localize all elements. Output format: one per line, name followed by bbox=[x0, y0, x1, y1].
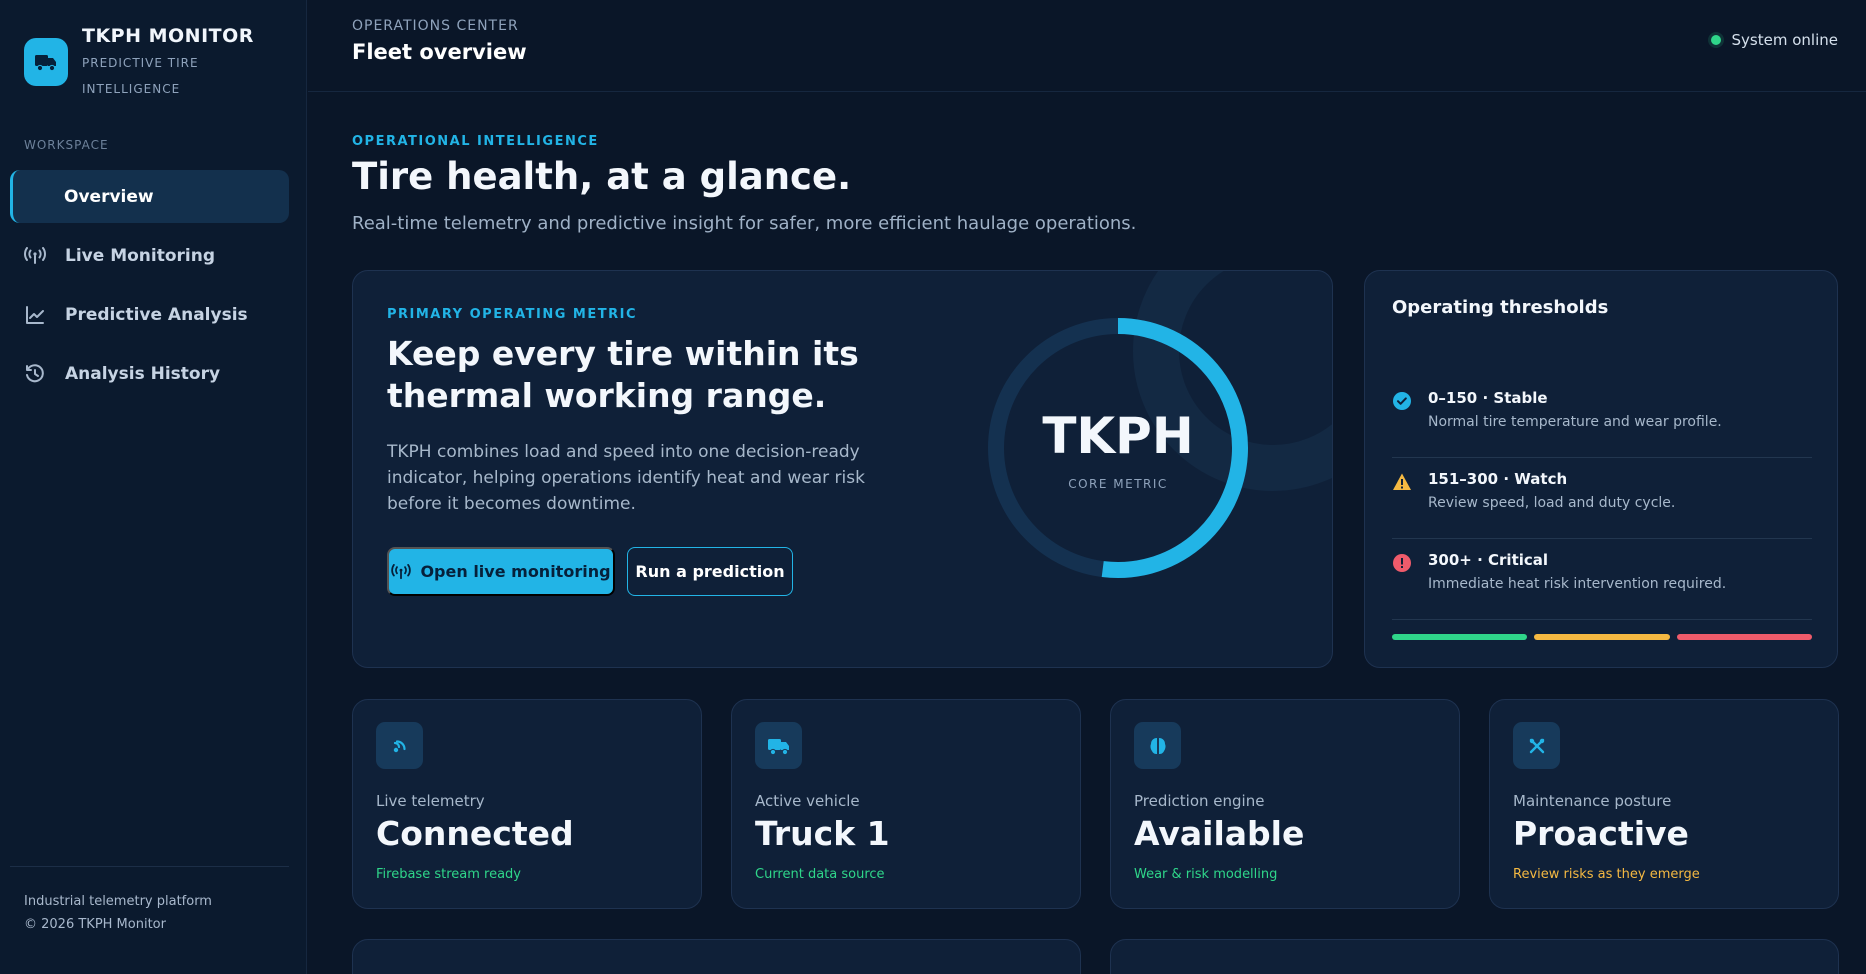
page-title: Fleet overview bbox=[352, 40, 527, 64]
stat-label: Prediction engine bbox=[1134, 792, 1265, 810]
sidebar-item-label: Predictive Analysis bbox=[65, 304, 248, 325]
metric-title: Keep every tire within its thermal worki… bbox=[387, 334, 859, 415]
button-label: Open live monitoring bbox=[420, 562, 611, 581]
sidebar-item-label: Live Monitoring bbox=[65, 245, 216, 266]
stat-value: Connected bbox=[376, 814, 574, 853]
stat-label: Maintenance posture bbox=[1513, 792, 1672, 810]
history-icon bbox=[24, 363, 46, 385]
brand[interactable]: TKPH MONITOR PREDICTIVE TIRE INTELLIGENC… bbox=[24, 22, 254, 102]
bottom-card-right bbox=[1110, 939, 1839, 974]
broadcast-icon bbox=[391, 563, 412, 580]
stat-note: Firebase stream ready bbox=[376, 867, 521, 882]
threshold-description: Normal tire temperature and wear profile… bbox=[1428, 414, 1722, 430]
stat-value: Available bbox=[1134, 814, 1305, 853]
stat-card-active-vehicle: Active vehicle Truck 1 Current data sour… bbox=[731, 699, 1081, 909]
alert-circle-icon bbox=[1392, 553, 1412, 573]
chart-line-icon bbox=[24, 304, 46, 326]
top-header: OPERATIONS CENTER Fleet overview System … bbox=[308, 0, 1866, 92]
threshold-name: 0–150 · Stable bbox=[1428, 389, 1548, 407]
metric-description: TKPH combines load and speed into one de… bbox=[387, 442, 865, 514]
threshold-name: 151–300 · Watch bbox=[1428, 470, 1568, 488]
threshold-item-watch: 151–300 · Watch Review speed, load and d… bbox=[1392, 458, 1812, 539]
workspace-label: WORKSPACE bbox=[24, 138, 109, 152]
gauge-sublabel: CORE METRIC bbox=[1068, 477, 1168, 491]
stat-card-live-telemetry: Live telemetry Connected Firebase stream… bbox=[352, 699, 702, 909]
system-status: System online bbox=[1710, 31, 1838, 49]
threshold-name: 300+ · Critical bbox=[1428, 551, 1549, 569]
button-label: Run a prediction bbox=[635, 562, 785, 581]
sidebar-nav: Overview Live Monitoring Predictive Anal… bbox=[10, 170, 289, 406]
bottom-card-left bbox=[352, 939, 1081, 974]
critical-bar bbox=[1676, 634, 1812, 640]
sidebar-item-label: Overview bbox=[64, 186, 154, 207]
primary-metric-card: PRIMARY OPERATING METRIC Keep every tire… bbox=[352, 270, 1333, 668]
stat-note: Wear & risk modelling bbox=[1134, 867, 1278, 882]
brain-icon bbox=[1134, 722, 1181, 769]
stat-label: Live telemetry bbox=[376, 792, 485, 810]
truck-icon bbox=[755, 722, 802, 769]
thresholds-title: Operating thresholds bbox=[1392, 297, 1609, 318]
header-eyebrow: OPERATIONS CENTER bbox=[352, 18, 519, 34]
sidebar-footer: Industrial telemetry platform © 2026 TKP… bbox=[24, 890, 212, 936]
gauge-label: TKPH bbox=[1042, 407, 1194, 465]
stat-value: Proactive bbox=[1513, 814, 1689, 853]
stat-note: Current data source bbox=[755, 867, 885, 882]
stat-card-prediction-engine: Prediction engine Available Wear & risk … bbox=[1110, 699, 1460, 909]
threshold-list: 0–150 · Stable Normal tire temperature a… bbox=[1392, 377, 1812, 620]
sidebar-item-label: Analysis History bbox=[65, 363, 221, 384]
sidebar-divider bbox=[10, 866, 289, 867]
threshold-color-bars bbox=[1392, 634, 1812, 640]
brand-title: TKPH MONITOR bbox=[82, 25, 254, 47]
sidebar-item-overview[interactable]: Overview bbox=[10, 170, 289, 223]
broadcast-icon bbox=[24, 245, 46, 267]
watch-bar bbox=[1534, 634, 1670, 640]
hero-eyebrow: OPERATIONAL INTELLIGENCE bbox=[352, 134, 599, 149]
tools-icon bbox=[1513, 722, 1560, 769]
operating-thresholds-card: Operating thresholds 0–150 · Stable Norm… bbox=[1364, 270, 1838, 668]
signal-icon bbox=[376, 722, 423, 769]
run-prediction-button[interactable]: Run a prediction bbox=[627, 547, 793, 596]
threshold-item-stable: 0–150 · Stable Normal tire temperature a… bbox=[1392, 377, 1812, 458]
stat-label: Active vehicle bbox=[755, 792, 860, 810]
status-text: System online bbox=[1731, 31, 1838, 49]
metric-eyebrow: PRIMARY OPERATING METRIC bbox=[387, 307, 637, 322]
stat-value: Truck 1 bbox=[755, 814, 890, 853]
warning-icon bbox=[1392, 472, 1412, 492]
sidebar: TKPH MONITOR PREDICTIVE TIRE INTELLIGENC… bbox=[0, 0, 307, 974]
footer-platform-text: Industrial telemetry platform bbox=[24, 894, 212, 909]
hero-title: Tire health, at a glance. bbox=[352, 155, 852, 198]
threshold-description: Immediate heat risk intervention require… bbox=[1428, 576, 1727, 592]
threshold-description: Review speed, load and duty cycle. bbox=[1428, 495, 1676, 511]
stable-bar bbox=[1392, 634, 1528, 640]
hero-subtitle: Real-time telemetry and predictive insig… bbox=[352, 213, 1137, 234]
stat-card-maintenance-posture: Maintenance posture Proactive Review ris… bbox=[1489, 699, 1839, 909]
open-live-monitoring-button[interactable]: Open live monitoring bbox=[387, 547, 615, 596]
status-dot-icon bbox=[1710, 35, 1721, 45]
sidebar-item-live-monitoring[interactable]: Live Monitoring bbox=[10, 229, 289, 282]
threshold-item-critical: 300+ · Critical Immediate heat risk inte… bbox=[1392, 539, 1812, 620]
sidebar-item-analysis-history[interactable]: Analysis History bbox=[10, 347, 289, 400]
brand-subtitle: PREDICTIVE TIRE INTELLIGENCE bbox=[82, 56, 199, 96]
truck-icon bbox=[24, 38, 68, 86]
check-circle-icon bbox=[1392, 391, 1412, 411]
sidebar-item-predictive-analysis[interactable]: Predictive Analysis bbox=[10, 288, 289, 341]
footer-copyright: © 2026 TKPH Monitor bbox=[24, 917, 166, 932]
stat-note: Review risks as they emerge bbox=[1513, 867, 1700, 882]
